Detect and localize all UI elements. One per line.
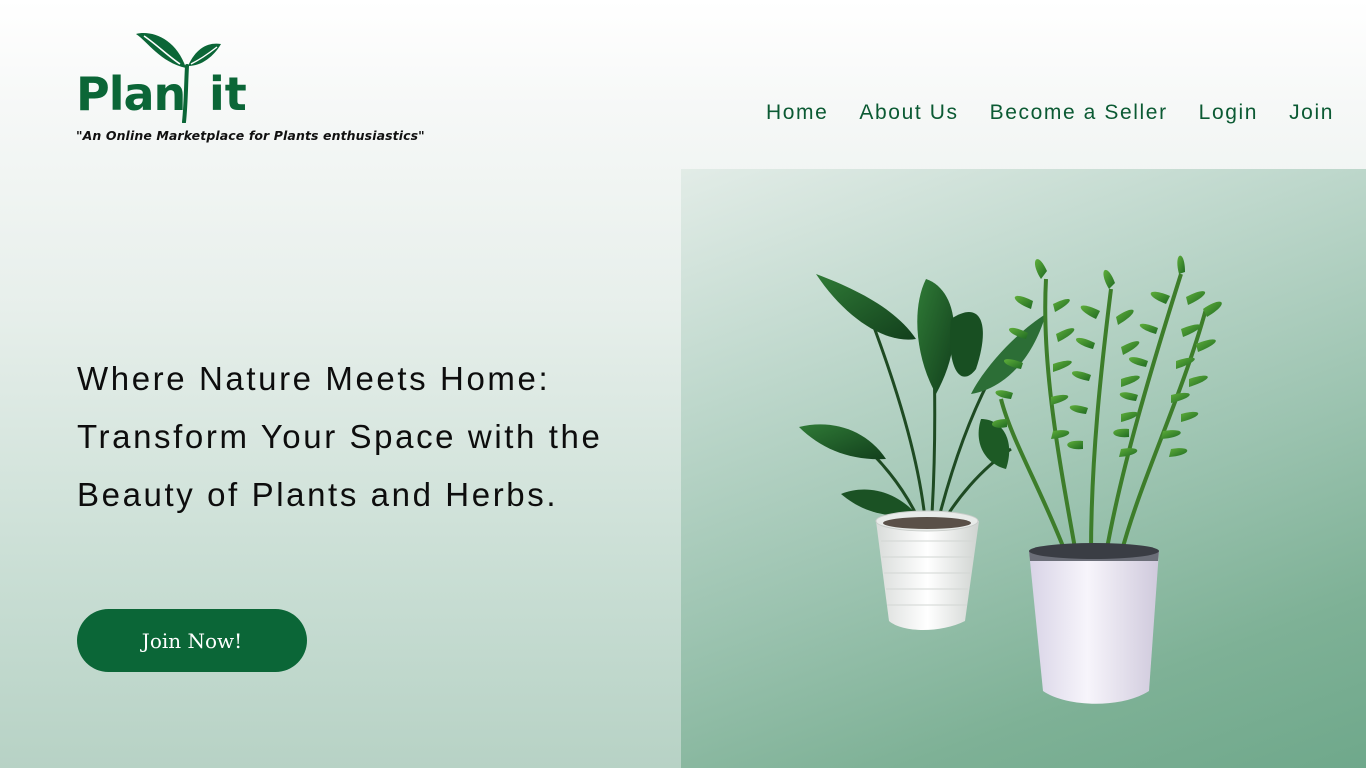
hero-headline: Where Nature Meets Home: Transform Your …	[77, 360, 603, 513]
nav-about-us[interactable]: About Us	[859, 101, 958, 125]
nav-home[interactable]: Home	[766, 101, 828, 125]
logo-text-right: it	[209, 67, 247, 121]
potted-plants-illustration	[799, 255, 1222, 704]
nav-join[interactable]: Join	[1289, 101, 1334, 125]
logo[interactable]: Plan it "An Online Marketplace for Plant…	[76, 28, 425, 148]
hero-image-panel	[681, 169, 1366, 768]
nav-login[interactable]: Login	[1199, 101, 1258, 125]
main-nav: Home About Us Become a Seller Login Join	[766, 101, 1334, 125]
join-now-button[interactable]: Join Now!	[77, 609, 307, 672]
logo-text-left: Plan	[76, 67, 185, 121]
nav-become-a-seller[interactable]: Become a Seller	[990, 101, 1168, 125]
logo-mark: Plan it	[76, 33, 247, 123]
logo-tagline: "An Online Marketplace for Plants enthus…	[76, 128, 425, 143]
